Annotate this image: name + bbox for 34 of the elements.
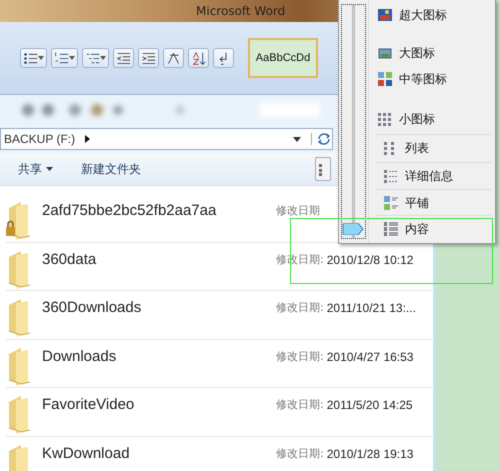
file-row[interactable]: 360Downloads 修改日期: 2011/10/21 13:...	[6, 291, 434, 340]
date-label: 修改日期:	[276, 397, 324, 413]
file-name: FavoriteVideo	[42, 395, 136, 415]
file-row[interactable]: FavoriteVideo 修改日期: 2011/5/20 14:25	[6, 388, 434, 436]
date-label: 修改日期:	[276, 300, 324, 316]
date-value: 2010/4/27 16:53	[326, 348, 414, 366]
date-value: 2010/12/8 10:12	[326, 252, 414, 268]
file-row[interactable]: Downloads 修改日期: 2010/4/27 16:53	[6, 340, 434, 388]
file-name: 360Downloads	[42, 298, 142, 318]
date-label: 修改日期	[276, 203, 320, 219]
date-label: 修改日期:	[276, 348, 324, 364]
view-menu-item[interactable]: 列表	[375, 134, 491, 160]
file-row[interactable]: KwDownload 修改日期: 2010/1/28 19:13	[6, 436, 434, 471]
path-text: BACKUP (F:)	[4, 131, 76, 148]
view-menu-item[interactable]: 大图标	[369, 40, 495, 66]
address-field[interactable]: BACKUP (F:)	[0, 128, 333, 150]
file-name: 2afd75bbe2bc52fb2aa7aa	[42, 201, 218, 221]
view-menu-item[interactable]: 超大图标	[369, 2, 495, 28]
date-value: 2011/5/20 14:25	[326, 397, 413, 414]
view-menu-item[interactable]: 平铺	[375, 189, 491, 215]
view-menu-item[interactable]: 中等图标	[369, 66, 495, 92]
view-menu-item[interactable]: 小图标	[369, 106, 495, 132]
date-value: 2011/10/21 13:...	[326, 300, 416, 317]
file-name: 360data	[42, 250, 98, 270]
file-name: Downloads	[42, 346, 118, 366]
date-label: 修改日期:	[276, 446, 324, 462]
view-menu-item[interactable]: 详细信息	[375, 162, 491, 188]
date-value: 2010/1/28 19:13	[326, 446, 414, 462]
view-menu-item[interactable]: 内容	[375, 215, 491, 241]
share-button[interactable]: 共享	[18, 160, 53, 178]
new-folder-button[interactable]: 新建文件夹	[81, 160, 141, 178]
file-name: KwDownload	[42, 444, 131, 464]
style-preview[interactable]: AaBbCcDd	[248, 38, 318, 78]
window-title: Microsoft Word	[196, 4, 286, 18]
